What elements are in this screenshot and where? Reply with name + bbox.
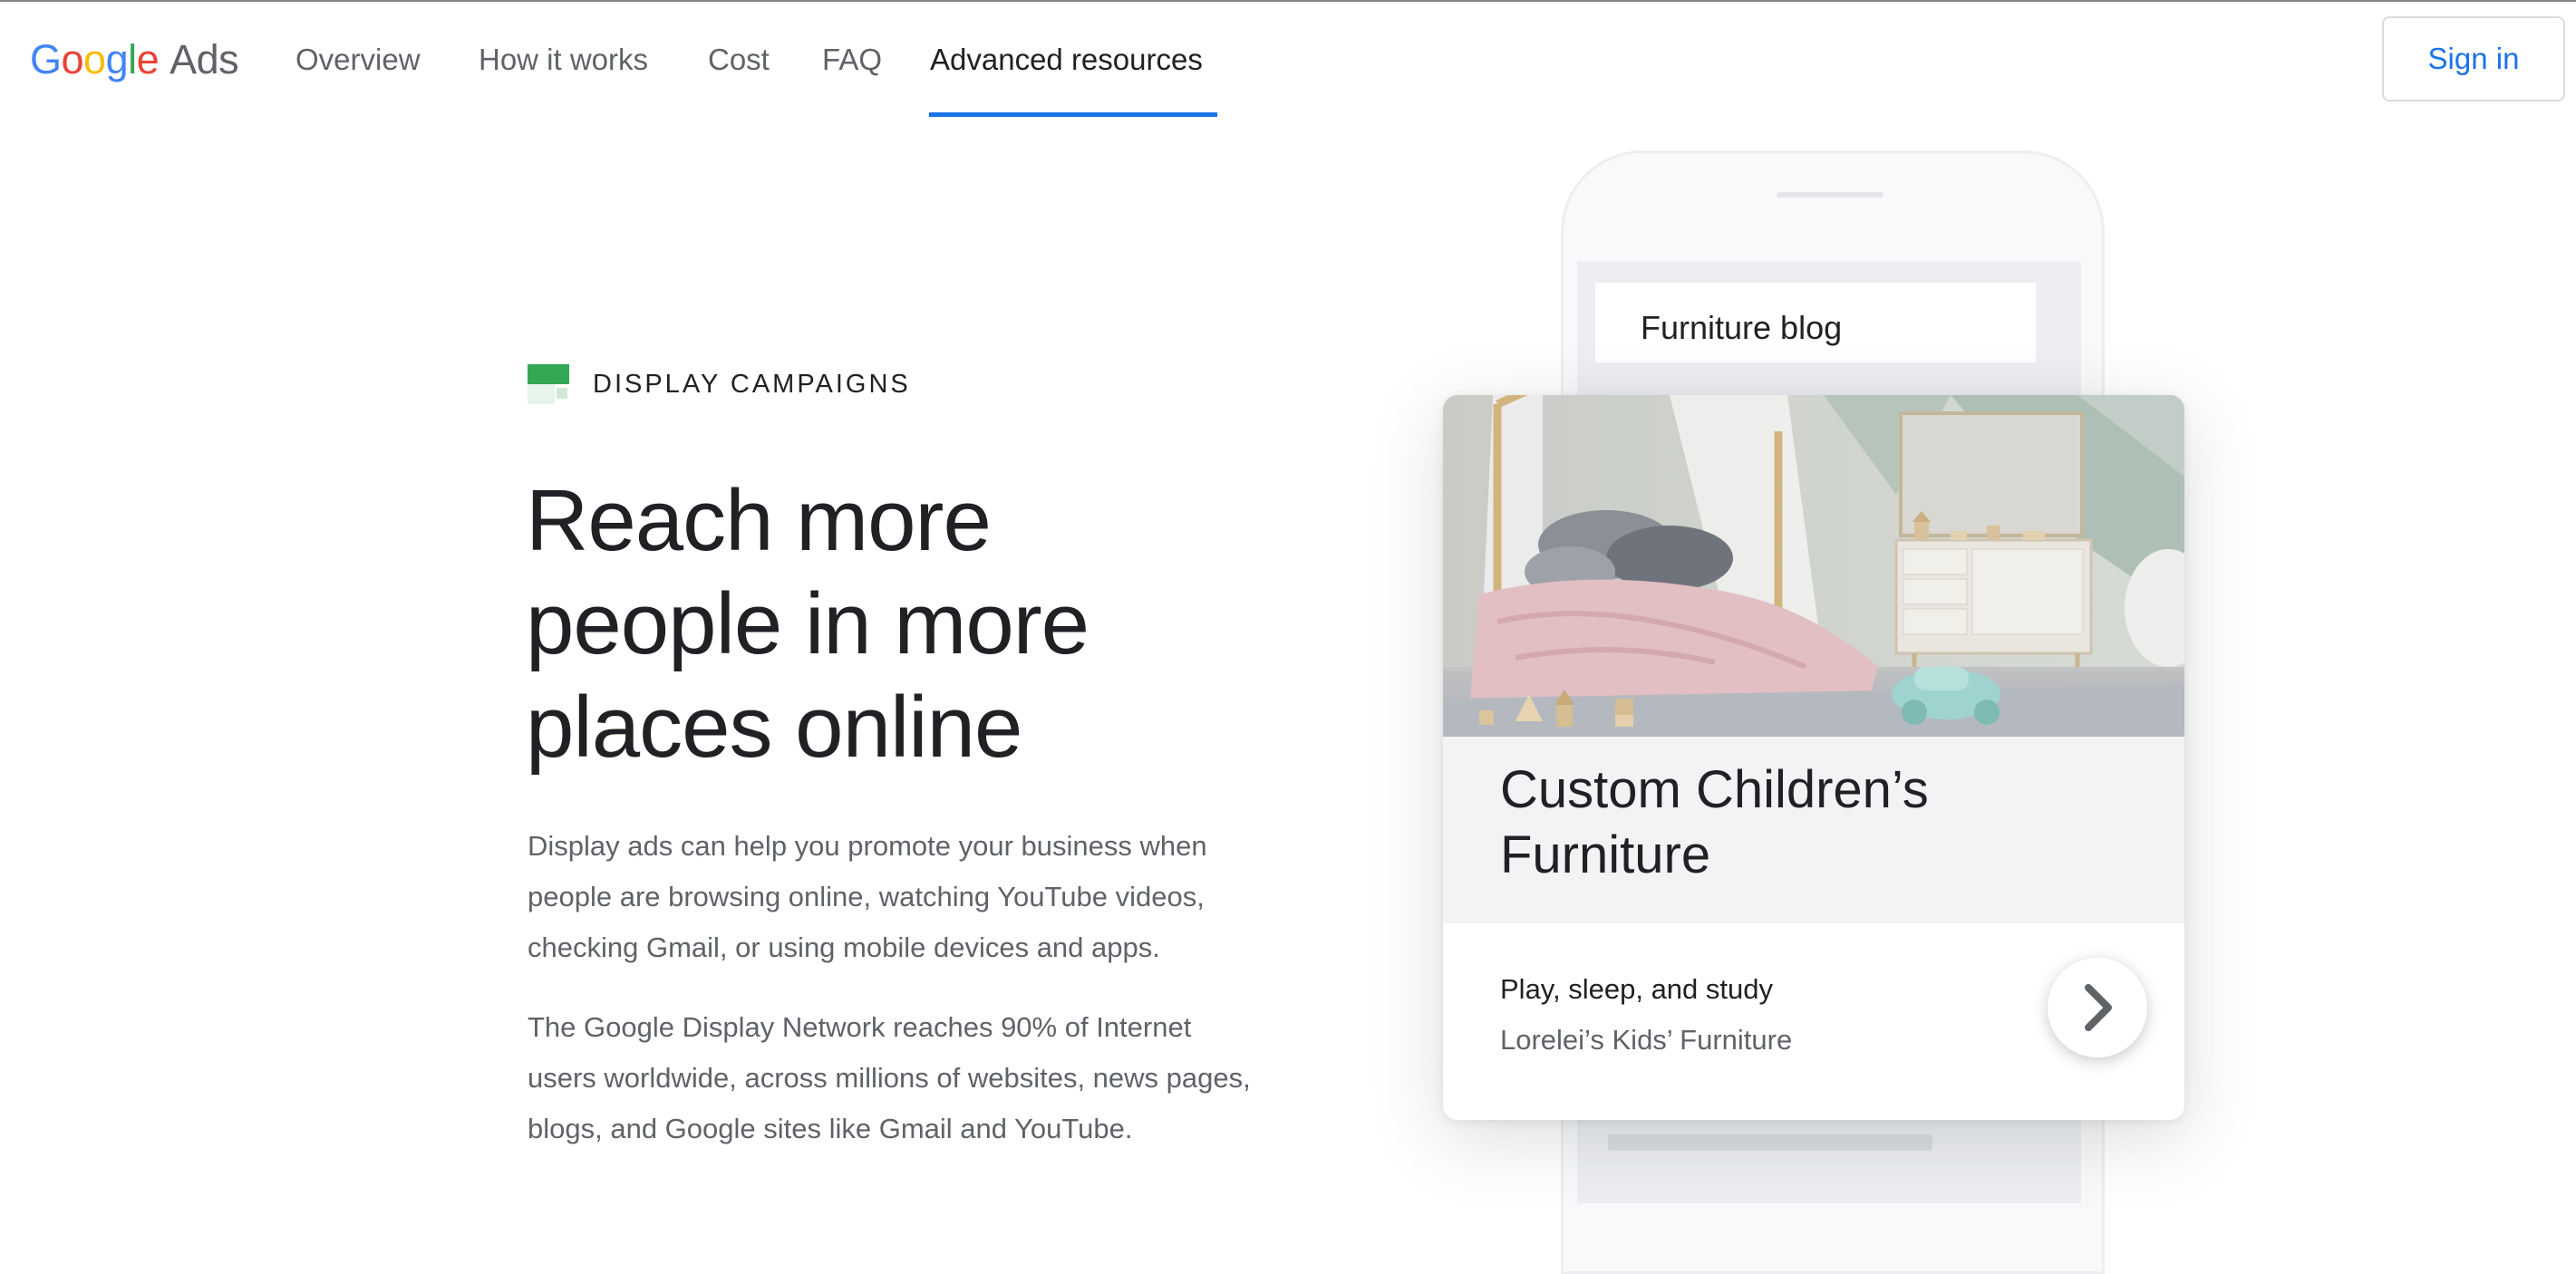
nav-how-it-works[interactable]: How it works: [479, 40, 648, 80]
eyebrow: DISPLAY CAMPAIGNS: [528, 364, 911, 404]
blog-title: Furniture blog: [1641, 309, 1843, 346]
ad-advertiser: Lorelei’s Kids’ Furniture: [1500, 1024, 1793, 1056]
display-campaign-icon: [528, 364, 569, 404]
nav-cost[interactable]: Cost: [708, 40, 770, 80]
nav-overview[interactable]: Overview: [295, 40, 421, 80]
logo-letter: e: [136, 36, 160, 82]
children-bedroom-photo: [1443, 395, 2184, 737]
headline-line: places online: [526, 679, 1022, 776]
logo-letter: G: [30, 36, 62, 82]
nav-faq[interactable]: FAQ: [822, 40, 882, 80]
logo-letter: l: [128, 36, 137, 82]
active-nav-indicator: [929, 112, 1217, 117]
google-ads-logo[interactable]: Google Ads: [30, 36, 239, 83]
logo-letter: o: [61, 36, 84, 82]
eyebrow-label: DISPLAY CAMPAIGNS: [593, 369, 911, 399]
headline-line: people in more: [526, 575, 1089, 672]
content-placeholder: [1608, 1134, 1932, 1151]
ad-subtitle: Play, sleep, and study: [1500, 973, 1773, 1005]
ad-title[interactable]: Custom Children’s Furniture: [1500, 758, 2135, 888]
chevron-right-icon: [2085, 984, 2112, 1031]
ad-arrow-button[interactable]: [2048, 958, 2147, 1057]
hero-headline: Reach more people in more places online: [526, 469, 1215, 779]
hero-paragraph: The Google Display Network reaches 90% o…: [528, 1011, 1251, 1144]
hero-paragraph: Display ads can help you promote your bu…: [528, 830, 1207, 963]
logo-letter: g: [105, 36, 129, 82]
sign-in-button[interactable]: Sign in: [2382, 16, 2565, 101]
logo-letter: o: [83, 36, 106, 82]
nav-advanced-resources[interactable]: Advanced resources: [930, 40, 1203, 80]
logo-product: Ads: [169, 36, 239, 82]
phone-speaker: [1777, 192, 1884, 198]
headline-line: Reach more: [526, 472, 992, 569]
